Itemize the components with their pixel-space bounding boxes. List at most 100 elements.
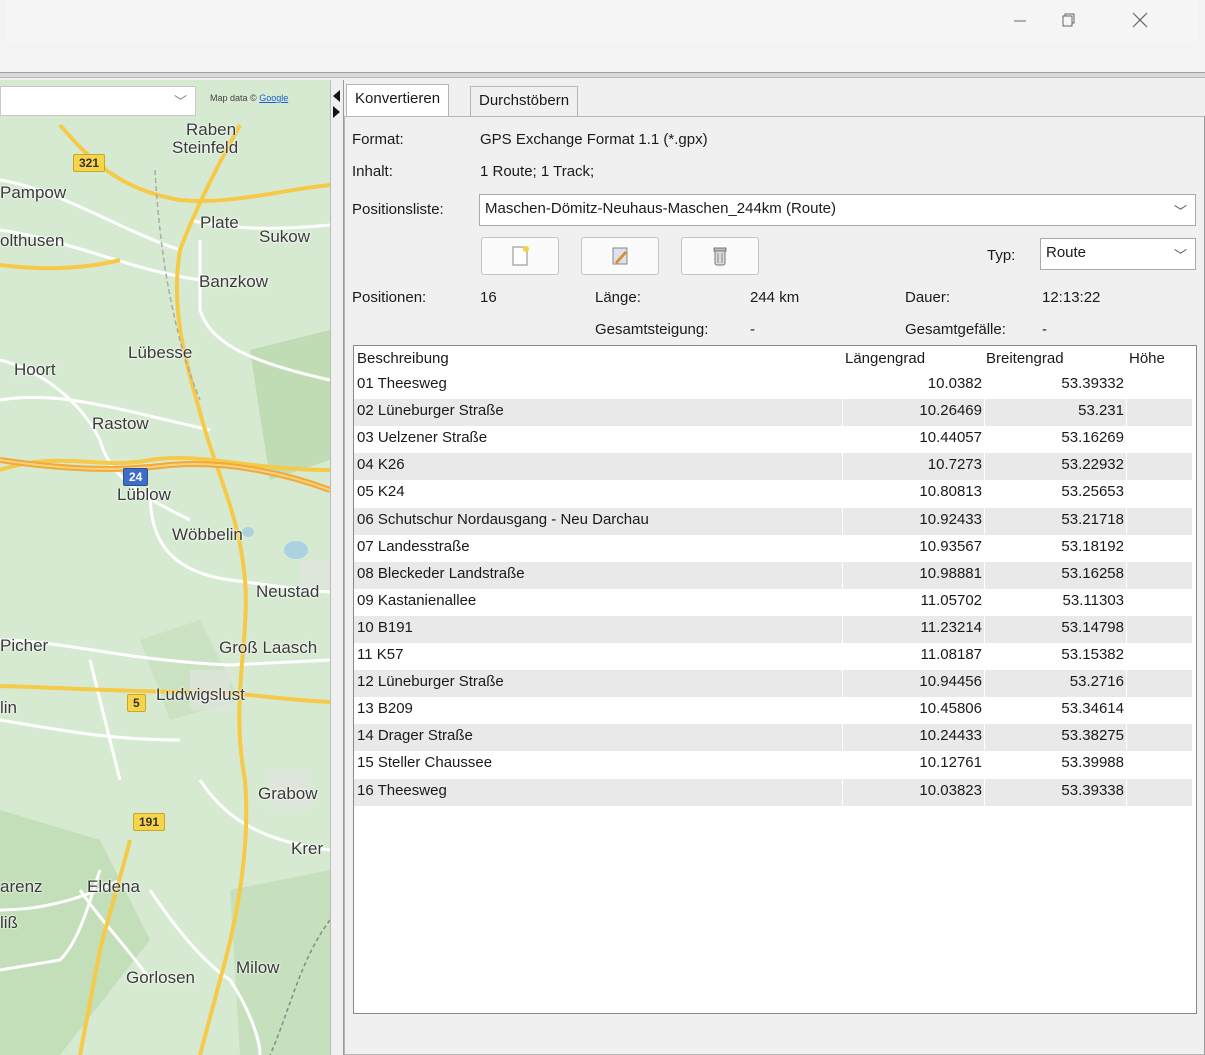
- new-position-button[interactable]: [481, 237, 559, 275]
- map-label: Raben: [186, 120, 237, 139]
- cell-latitude: 53.39988: [1061, 754, 1124, 772]
- map-label: Sukow: [259, 227, 311, 246]
- map-label: Hoort: [14, 360, 56, 379]
- tab-durchstoebern[interactable]: Durchstöbern: [470, 86, 579, 116]
- table-row[interactable]: 12 Lüneburger Straße 10.94456 53.2716: [354, 670, 1192, 698]
- type-label: Typ:: [987, 247, 1016, 264]
- map-label: Neustad: [256, 582, 320, 601]
- table-row[interactable]: 04 K26 10.7273 53.22932: [354, 453, 1192, 481]
- column-separator: [842, 534, 843, 562]
- poslist-select[interactable]: Maschen-Dömitz-Neuhaus-Maschen_244km (Ro…: [479, 194, 1196, 226]
- map-search-box[interactable]: ﹀: [0, 86, 196, 116]
- cell-longitude: 10.0382: [927, 375, 982, 392]
- col-header-longitude[interactable]: Längengrad: [845, 350, 925, 367]
- poslist-selected-value: Maschen-Dömitz-Neuhaus-Maschen_244km (Ro…: [485, 200, 836, 217]
- panel-splitter[interactable]: [330, 80, 344, 1055]
- cell-latitude: 53.2716: [1069, 673, 1124, 691]
- table-row[interactable]: 09 Kastanienallee 11.05702 53.11303: [354, 588, 1192, 616]
- col-header-elevation[interactable]: Höhe: [1129, 350, 1165, 367]
- cell-description: 09 Kastanienallee: [357, 591, 477, 609]
- column-separator: [842, 399, 843, 427]
- type-select[interactable]: Route ﹀: [1040, 238, 1196, 270]
- column-separator: [984, 453, 985, 481]
- close-button[interactable]: [1120, 6, 1160, 34]
- google-link[interactable]: Google: [259, 93, 288, 103]
- cell-longitude: 10.94456: [919, 673, 982, 691]
- column-separator: [984, 643, 985, 670]
- column-separator: [1126, 372, 1127, 399]
- cell-longitude: 10.12761: [919, 754, 982, 772]
- map-view[interactable]: ﹀ Map data © Google Raben Steinfeld Pamp…: [0, 80, 330, 1055]
- cell-description: 12 Lüneburger Straße: [357, 673, 504, 691]
- table-row[interactable]: 07 Landesstraße 10.93567 53.18192: [354, 534, 1192, 562]
- column-separator: [984, 372, 985, 399]
- table-row[interactable]: 10 B191 11.23214 53.14798: [354, 615, 1192, 643]
- cell-longitude: 10.7273: [927, 456, 982, 474]
- column-separator: [842, 426, 843, 454]
- column-separator: [842, 588, 843, 616]
- table-row[interactable]: 08 Bleckeder Landstraße 10.98881 53.16258: [354, 561, 1192, 589]
- cell-latitude: 53.25653: [1061, 483, 1124, 501]
- positions-value: 16: [480, 289, 497, 306]
- table-row[interactable]: 06 Schutschur Nordausgang - Neu Darchau 1…: [354, 507, 1192, 535]
- cell-latitude: 53.15382: [1061, 646, 1124, 663]
- column-separator: [984, 670, 985, 698]
- column-separator: [1126, 615, 1127, 643]
- length-label: Länge:: [595, 289, 641, 306]
- col-header-description[interactable]: Beschreibung: [357, 350, 449, 367]
- column-separator: [842, 751, 843, 779]
- column-separator: [842, 778, 843, 806]
- map-label: Grabow: [258, 784, 318, 803]
- delete-position-button[interactable]: [681, 237, 759, 275]
- close-icon: [1132, 12, 1148, 28]
- road-shield-b5: 5: [127, 694, 146, 712]
- maximize-button[interactable]: [1048, 6, 1088, 34]
- map-label: Picher: [0, 636, 49, 655]
- table-row[interactable]: 03 Uelzener Straße 10.44057 53.16269: [354, 426, 1192, 454]
- road-shield-b321: 321: [73, 154, 106, 172]
- column-separator: [842, 670, 843, 698]
- collapse-arrows-icon[interactable]: [331, 88, 343, 128]
- ascent-label: Gesamtsteigung:: [595, 321, 709, 338]
- cell-latitude: 53.14798: [1061, 618, 1124, 636]
- map-label: Lübesse: [128, 343, 193, 362]
- table-header: Beschreibung Längengrad Breitengrad Höhe: [354, 346, 1196, 372]
- cell-longitude: 10.26469: [919, 402, 982, 420]
- col-header-latitude[interactable]: Breitengrad: [986, 350, 1064, 367]
- column-separator: [842, 615, 843, 643]
- table-row[interactable]: 01 Theesweg 10.0382 53.39332: [354, 372, 1192, 399]
- column-separator: [984, 426, 985, 454]
- map-label: Gorlosen: [126, 968, 195, 987]
- column-separator: [1126, 453, 1127, 481]
- chevron-down-icon: ﹀: [1173, 204, 1187, 219]
- positions-table[interactable]: Beschreibung Längengrad Breitengrad Höhe…: [353, 345, 1197, 1014]
- column-separator: [984, 399, 985, 427]
- cell-longitude: 10.92433: [919, 510, 982, 528]
- column-separator: [842, 643, 843, 670]
- format-value: GPS Exchange Format 1.1 (*.gpx): [480, 131, 708, 148]
- attribution-text: Map data ©: [210, 93, 257, 103]
- converter-panel: Konvertieren Durchstöbern Format: GPS Ex…: [344, 80, 1205, 1055]
- trash-bin-icon: [713, 247, 727, 266]
- minimize-button[interactable]: [1000, 6, 1040, 34]
- descent-value: -: [1042, 321, 1047, 338]
- table-row[interactable]: 13 B209 10.45806 53.34614: [354, 697, 1192, 725]
- cell-latitude: 53.38275: [1061, 727, 1124, 745]
- table-row[interactable]: 02 Lüneburger Straße 10.26469 53.231: [354, 399, 1192, 427]
- table-row[interactable]: 11 K57 11.08187 53.15382: [354, 643, 1192, 670]
- duration-label: Dauer:: [905, 289, 951, 306]
- edit-position-button[interactable]: [581, 237, 659, 275]
- chevron-down-icon: ﹀: [173, 94, 187, 109]
- column-separator: [984, 697, 985, 725]
- table-row[interactable]: 05 K24 10.80813 53.25653: [354, 480, 1192, 508]
- column-separator: [842, 480, 843, 508]
- new-document-icon: [512, 246, 529, 266]
- table-row[interactable]: 15 Steller Chaussee 10.12761 53.39988: [354, 751, 1192, 779]
- table-row[interactable]: 16 Theesweg 10.03823 53.39338: [354, 778, 1192, 806]
- cell-description: 06 Schutschur Nordausgang - Neu Darchau: [357, 510, 649, 528]
- content-label: Inhalt:: [352, 163, 393, 180]
- map-label: lin: [0, 698, 18, 717]
- table-row[interactable]: 14 Drager Straße 10.24433 53.38275: [354, 724, 1192, 752]
- tab-konvertieren[interactable]: Konvertieren: [346, 84, 450, 116]
- cell-longitude: 10.03823: [919, 781, 982, 799]
